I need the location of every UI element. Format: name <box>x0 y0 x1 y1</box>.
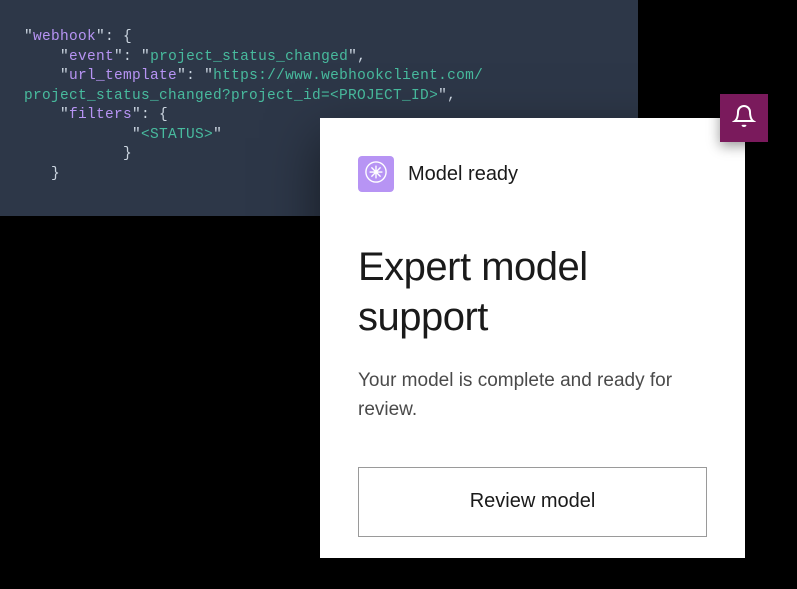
code-key: filters <box>69 107 132 123</box>
modal-header: Model ready <box>358 156 707 192</box>
code-key: webhook <box>33 29 96 45</box>
code-key: url_template <box>69 68 177 84</box>
code-value: <STATUS> <box>141 127 213 143</box>
model-icon-badge <box>358 156 394 192</box>
modal-title: Expert model support <box>358 242 707 342</box>
code-value: project_status_changed?project_id=<PROJE… <box>24 88 438 104</box>
notification-badge[interactable] <box>720 94 768 142</box>
code-key: event <box>69 49 114 65</box>
code-value: https://www.webhookclient.com/ <box>213 68 483 84</box>
modal-header-label: Model ready <box>408 163 518 186</box>
asterisk-icon <box>365 161 387 188</box>
bell-icon <box>732 104 756 133</box>
review-model-button[interactable]: Review model <box>358 467 707 537</box>
modal-body-text: Your model is complete and ready for rev… <box>358 366 707 425</box>
code-value: project_status_changed <box>150 49 348 65</box>
model-ready-modal: Model ready Expert model support Your mo… <box>320 118 745 558</box>
